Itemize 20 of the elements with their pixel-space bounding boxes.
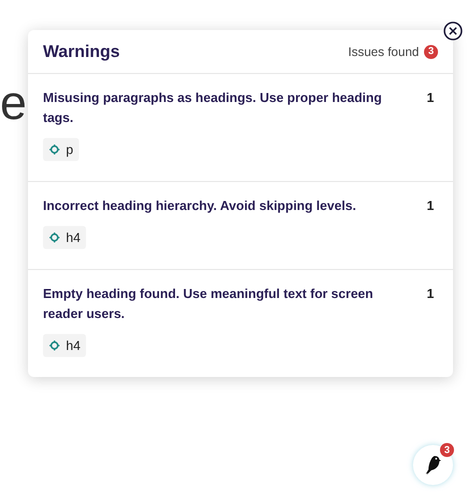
warning-count: 1 — [426, 197, 435, 215]
bird-icon — [424, 454, 442, 476]
launcher-button[interactable] — [413, 445, 453, 485]
panel-title: Warnings — [43, 42, 120, 62]
element-tag[interactable]: p — [43, 138, 80, 161]
warning-message: Empty heading found. Use meaningful text for screen reader users. — [43, 285, 374, 323]
notification-badge: 3 — [440, 443, 454, 457]
heading-text: e — [0, 80, 27, 128]
warning-count: 1 — [426, 89, 435, 107]
warning-message: Incorrect heading hierarchy. Avoid skipping levels. — [43, 197, 356, 215]
element-tag[interactable]: h4 — [43, 334, 86, 357]
warning-count: 1 — [426, 285, 435, 303]
warning-message: Misusing paragraphs as headings. Use proper heading tags. — [43, 89, 383, 127]
target-icon — [49, 232, 60, 243]
element-tag[interactable]: h4 — [43, 226, 86, 249]
issues-count-badge: 3 — [424, 44, 438, 58]
issues-label: Issues found — [348, 44, 419, 58]
target-icon — [49, 340, 60, 351]
close-icon[interactable] — [443, 21, 463, 41]
target-icon — [49, 144, 60, 155]
